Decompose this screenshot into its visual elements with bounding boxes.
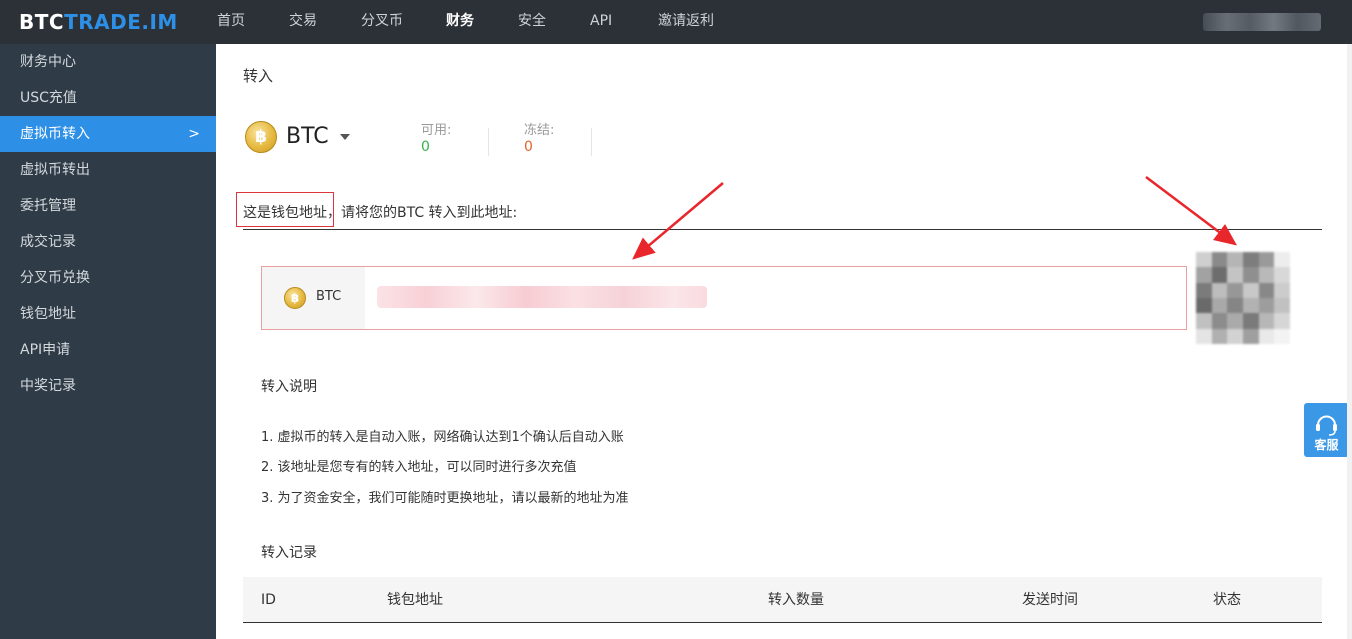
- records-title: 转入记录: [261, 545, 317, 561]
- frozen-label: 冻结:: [524, 123, 555, 138]
- divider: [488, 128, 489, 156]
- customer-service-button[interactable]: 客服: [1304, 403, 1349, 457]
- nav-api[interactable]: API: [590, 0, 612, 44]
- frozen-value: 0: [524, 139, 533, 155]
- sidebar-item-wallet-address[interactable]: 钱包地址: [0, 296, 216, 332]
- logo-part-2: TRADE.IM: [64, 10, 178, 34]
- available-value: 0: [421, 139, 430, 155]
- user-account-menu[interactable]: [1203, 13, 1321, 31]
- instructions-title: 转入说明: [261, 379, 317, 395]
- instruction-item: 2. 该地址是您专有的转入地址，可以同时进行多次充值: [261, 460, 577, 475]
- divider: [591, 128, 592, 156]
- column-header-amount: 转入数量: [768, 592, 824, 608]
- customer-service-label: 客服: [1314, 438, 1339, 452]
- nav-referral[interactable]: 邀请返利: [658, 0, 714, 44]
- instruction-item: 1. 虚拟币的转入是自动入账，网络确认达到1个确认后自动入账: [261, 430, 624, 445]
- nav-home[interactable]: 首页: [217, 0, 245, 44]
- qr-code-redacted: [1196, 252, 1290, 344]
- records-table-header: ID 钱包地址 转入数量 发送时间 状态: [243, 577, 1322, 623]
- column-header-id: ID: [261, 592, 276, 608]
- bitcoin-symbol: ฿: [290, 291, 300, 305]
- sidebar: 财务中心 USC充值 虚拟币转入 > 虚拟币转出 委托管理 成交记录 分叉币兑换…: [0, 44, 216, 639]
- column-header-status: 状态: [1213, 592, 1241, 608]
- page-scrollbar[interactable]: [1347, 44, 1352, 639]
- headset-icon: [1316, 415, 1337, 436]
- sidebar-item-label: 虚拟币转入: [20, 126, 90, 142]
- available-label: 可用:: [421, 123, 452, 138]
- sidebar-item-orders[interactable]: 委托管理: [0, 188, 216, 224]
- divider: [243, 229, 1322, 230]
- nav-trade[interactable]: 交易: [289, 0, 317, 44]
- sidebar-item-crypto-withdraw[interactable]: 虚拟币转出: [0, 152, 216, 188]
- site-logo[interactable]: BTCTRADE.IM: [19, 11, 178, 33]
- sidebar-item-crypto-deposit[interactable]: 虚拟币转入 >: [0, 116, 216, 152]
- sidebar-item-trade-records[interactable]: 成交记录: [0, 224, 216, 260]
- address-coin-cell: ฿ BTC: [262, 267, 365, 329]
- deposit-instruction-rest: ，请将您的BTC 转入到此地址:: [327, 205, 518, 221]
- sidebar-item-api-apply[interactable]: API申请: [0, 332, 216, 368]
- arrow-to-qr-code: [1145, 176, 1237, 246]
- nav-fork-coin[interactable]: 分叉币: [361, 0, 403, 44]
- bitcoin-icon: ฿: [245, 121, 277, 153]
- caret-down-icon[interactable]: [340, 134, 350, 140]
- instruction-item: 3. 为了资金安全，我们可能随时更换地址，请以最新的地址为准: [261, 491, 629, 506]
- annotation-highlight-box: [236, 192, 334, 227]
- bitcoin-icon: ฿: [284, 287, 306, 309]
- page-title: 转入: [243, 67, 274, 85]
- nav-security[interactable]: 安全: [518, 0, 546, 44]
- arrow-to-address: [632, 182, 724, 260]
- sidebar-item-fork-exchange[interactable]: 分叉币兑换: [0, 260, 216, 296]
- logo-part-1: BTC: [19, 10, 65, 34]
- coin-selector-label[interactable]: BTC: [286, 124, 329, 149]
- nav-finance[interactable]: 财务: [446, 0, 474, 44]
- sidebar-item-usc-recharge[interactable]: USC充值: [0, 80, 216, 116]
- top-navbar: BTCTRADE.IM 首页 交易 分叉币 财务 安全 API 邀请返利: [0, 0, 1352, 44]
- chevron-right-icon: >: [188, 126, 200, 142]
- deposit-address-redacted[interactable]: [377, 286, 707, 308]
- column-header-send-time: 发送时间: [1022, 592, 1078, 608]
- sidebar-item-lottery-records[interactable]: 中奖记录: [0, 368, 216, 404]
- deposit-address-box[interactable]: ฿ BTC: [261, 266, 1187, 330]
- sidebar-item-finance-center[interactable]: 财务中心: [0, 44, 216, 80]
- bitcoin-symbol: ฿: [255, 127, 267, 147]
- main-content: 转入 ฿ BTC 可用: 0 冻结: 0 这是钱包地址，请将您的BTC 转入到此…: [216, 44, 1352, 639]
- address-coin-label: BTC: [316, 289, 342, 304]
- column-header-wallet-address: 钱包地址: [387, 592, 443, 608]
